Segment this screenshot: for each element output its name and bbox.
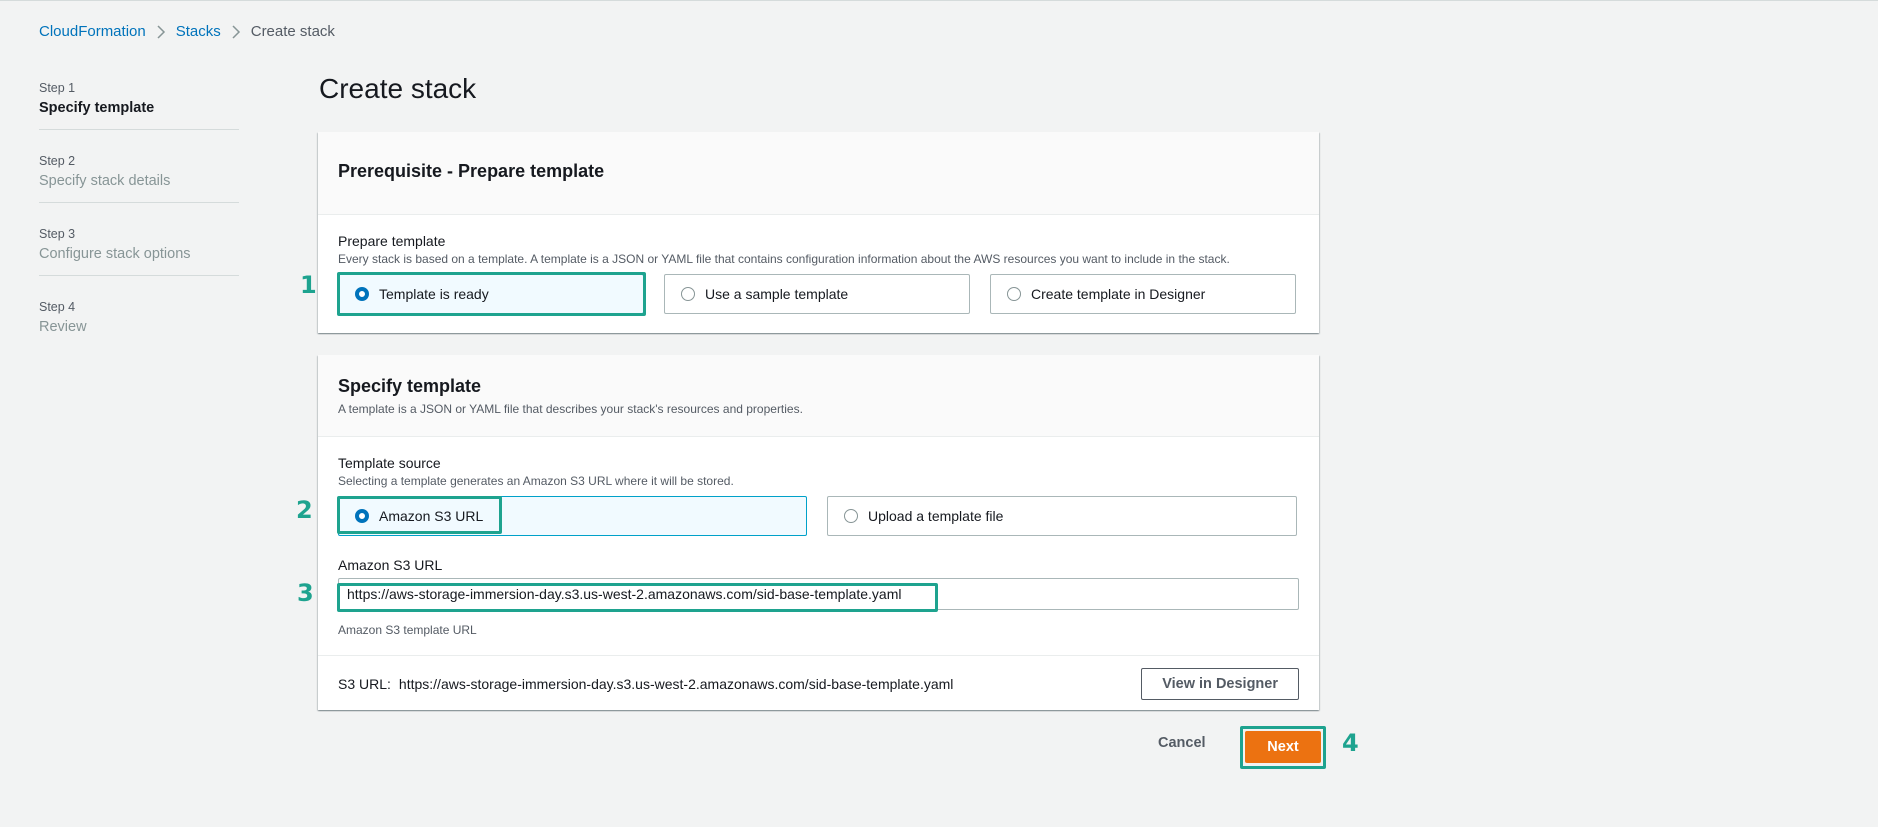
panel-title: Prerequisite - Prepare template xyxy=(338,161,605,181)
option-label: Amazon S3 URL xyxy=(379,508,484,524)
template-source-label: Template source xyxy=(338,455,441,471)
option-template-ready[interactable]: Template is ready xyxy=(338,274,644,314)
breadcrumb-cloudformation[interactable]: CloudFormation xyxy=(39,23,146,40)
step-4: Step 4 Review xyxy=(39,300,239,348)
step-title: Specify stack details xyxy=(39,173,171,189)
specify-template-panel: Specify template A template is a JSON or… xyxy=(318,355,1319,710)
s3-url-summary-value: https://aws-storage-immersion-day.s3.us-… xyxy=(398,675,954,692)
annotation-number-1: 1 xyxy=(300,271,317,299)
step-2: Step 2 Specify stack details xyxy=(39,154,239,203)
annotation-number-2: 2 xyxy=(296,496,313,524)
annotation-number-4: 4 xyxy=(1342,729,1359,757)
annotation-number-3: 3 xyxy=(297,579,314,607)
step-title: Review xyxy=(39,319,87,335)
prepare-template-options: Template is ready Use a sample template … xyxy=(338,274,1296,314)
prepare-template-description: Every stack is based on a template. A te… xyxy=(338,252,1230,266)
next-button[interactable]: Next xyxy=(1245,731,1321,763)
chevron-right-icon xyxy=(156,24,166,39)
s3-url-hint: Amazon S3 template URL xyxy=(338,623,477,637)
panel-subtitle: A template is a JSON or YAML file that d… xyxy=(338,402,803,416)
s3-url-label: Amazon S3 URL xyxy=(338,557,443,573)
option-label: Upload a template file xyxy=(868,508,1004,524)
option-upload-template-file[interactable]: Upload a template file xyxy=(827,496,1297,536)
template-source-description: Selecting a template generates an Amazon… xyxy=(338,474,734,488)
prepare-template-label: Prepare template xyxy=(338,233,446,249)
prerequisite-panel: Prerequisite - Prepare template Prepare … xyxy=(318,132,1319,333)
option-amazon-s3-url[interactable]: Amazon S3 URL xyxy=(338,496,807,536)
step-3: Step 3 Configure stack options xyxy=(39,227,239,276)
option-label: Template is ready xyxy=(379,286,489,302)
step-number: Step 3 xyxy=(39,227,76,241)
chevron-right-icon xyxy=(231,24,241,39)
breadcrumb-current: Create stack xyxy=(250,23,335,40)
panel-body: Prepare template Every stack is based on… xyxy=(318,215,1319,333)
cancel-button[interactable]: Cancel xyxy=(1158,735,1206,751)
panel-title: Specify template xyxy=(338,376,482,396)
panel-header: Specify template A template is a JSON or… xyxy=(318,355,1319,437)
view-in-designer-button[interactable]: View in Designer xyxy=(1141,667,1299,700)
wizard-actions: Cancel Next xyxy=(1100,727,1330,767)
panel-header: Prerequisite - Prepare template xyxy=(318,132,1319,215)
step-title: Specify template xyxy=(39,100,155,116)
radio-icon[interactable] xyxy=(1007,287,1021,301)
template-source-options: Amazon S3 URL Upload a template file xyxy=(338,496,1297,536)
panel-body: Template source Selecting a template gen… xyxy=(318,437,1319,710)
page-title: Create stack xyxy=(319,73,477,104)
option-sample-template[interactable]: Use a sample template xyxy=(664,274,970,314)
step-1: Step 1 Specify template xyxy=(39,81,239,130)
step-number: Step 1 xyxy=(39,81,76,95)
s3-url-summary: S3 URL: https://aws-storage-immersion-da… xyxy=(318,655,1319,711)
option-label: Create template in Designer xyxy=(1031,286,1206,302)
option-label: Use a sample template xyxy=(705,286,849,302)
step-number: Step 4 xyxy=(39,300,76,314)
breadcrumb: CloudFormation Stacks Create stack xyxy=(39,23,335,40)
wizard-steps: Step 1 Specify template Step 2 Specify s… xyxy=(39,81,239,372)
radio-icon[interactable] xyxy=(681,287,695,301)
step-title: Configure stack options xyxy=(39,246,191,262)
s3-url-summary-label: S3 URL: xyxy=(338,675,391,692)
breadcrumb-stacks[interactable]: Stacks xyxy=(176,23,221,40)
radio-selected-icon[interactable] xyxy=(355,287,369,301)
radio-selected-icon[interactable] xyxy=(355,509,369,523)
s3-url-input[interactable] xyxy=(338,578,1299,610)
option-create-in-designer[interactable]: Create template in Designer xyxy=(990,274,1296,314)
step-number: Step 2 xyxy=(39,154,76,168)
radio-icon[interactable] xyxy=(844,509,858,523)
